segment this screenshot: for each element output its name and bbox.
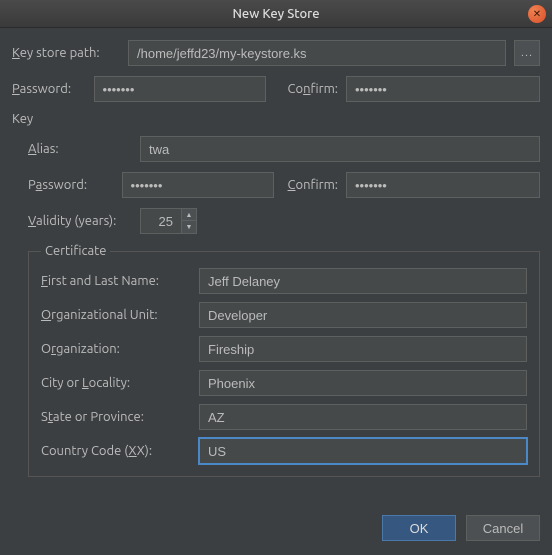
keystore-path-label: Key store path: <box>12 46 120 60</box>
keystore-path-input[interactable] <box>128 40 506 66</box>
city-label: City or Locality: <box>41 376 189 390</box>
org-input[interactable] <box>199 336 527 362</box>
country-input[interactable] <box>199 438 527 464</box>
alias-input[interactable] <box>140 136 540 162</box>
confirm-input[interactable] <box>346 76 540 102</box>
state-label: State or Province: <box>41 410 189 424</box>
org-unit-label: Organizational Unit: <box>41 308 189 322</box>
key-password-input[interactable] <box>122 172 274 198</box>
first-last-label: First and Last Name: <box>41 274 189 288</box>
org-unit-input[interactable] <box>199 302 527 328</box>
password-input[interactable] <box>94 76 266 102</box>
key-section-label: Key <box>12 112 540 126</box>
password-label: Password: <box>12 82 86 96</box>
alias-label: Alias: <box>28 142 132 156</box>
spinner-down-icon[interactable]: ▼ <box>182 221 196 233</box>
country-label: Country Code (XX): <box>41 444 189 458</box>
key-password-label: Password: <box>28 178 114 192</box>
certificate-fieldset: Certificate First and Last Name: Organiz… <box>28 244 540 477</box>
key-confirm-input[interactable] <box>346 172 540 198</box>
validity-input[interactable] <box>140 208 182 234</box>
dialog-content: Key store path: ... Password: Confirm: K… <box>0 28 552 477</box>
window-title: New Key Store <box>232 7 319 21</box>
confirm-label: Confirm: <box>288 82 338 96</box>
state-input[interactable] <box>199 404 527 430</box>
close-icon[interactable]: ✕ <box>528 5 546 23</box>
city-input[interactable] <box>199 370 527 396</box>
dialog-footer: OK Cancel <box>0 501 552 555</box>
ok-button[interactable]: OK <box>382 515 456 541</box>
certificate-legend: Certificate <box>41 244 110 258</box>
validity-spinner[interactable]: ▲ ▼ <box>140 208 197 234</box>
org-label: Organization: <box>41 342 189 356</box>
validity-label: Validity (years): <box>28 214 132 228</box>
key-confirm-label: Confirm: <box>288 178 338 192</box>
browse-button[interactable]: ... <box>514 40 540 66</box>
first-last-input[interactable] <box>199 268 527 294</box>
titlebar: New Key Store ✕ <box>0 0 552 28</box>
spinner-up-icon[interactable]: ▲ <box>182 209 196 221</box>
cancel-button[interactable]: Cancel <box>466 515 540 541</box>
